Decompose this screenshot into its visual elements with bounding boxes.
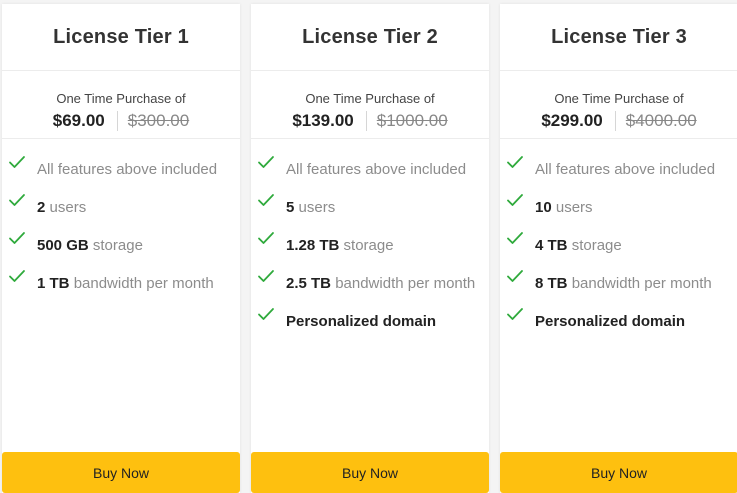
feature-item: All features above included [506, 156, 730, 181]
feature-item: 1 TB bandwidth per month [8, 270, 232, 295]
feature-item: Personalized domain [506, 308, 730, 333]
feature-list: All features above included 2 users 500 GB… [2, 139, 240, 295]
feature-label: All features above included [286, 161, 467, 178]
price-caption: One Time Purchase of [56, 91, 186, 106]
feature-text: 1.28 TB storage [281, 235, 481, 257]
current-price: $299.00 [541, 111, 603, 130]
check-icon [257, 269, 281, 289]
feature-value: 1.28 TB [286, 237, 340, 254]
check-icon [506, 231, 530, 251]
feature-text: All features above included [281, 159, 481, 181]
feature-value: 4 TB [535, 237, 568, 254]
feature-value: 5 [286, 199, 295, 216]
price-caption: One Time Purchase of [305, 91, 435, 106]
feature-text: 5 users [281, 197, 481, 219]
feature-label: storage [571, 237, 622, 254]
check-icon [506, 269, 530, 289]
feature-label: All features above included [37, 161, 218, 178]
feature-text: All features above included [32, 159, 232, 181]
feature-item: Personalized domain [257, 308, 481, 333]
price-separator [116, 111, 118, 131]
feature-text: 10 users [530, 197, 730, 219]
feature-item: 4 TB storage [506, 232, 730, 257]
check-icon [257, 193, 281, 213]
check-icon [8, 155, 32, 175]
feature-label: bandwidth per month [73, 275, 214, 292]
tier-title: License Tier 1 [53, 26, 189, 48]
feature-label: storage [92, 237, 143, 254]
price-block: One Time Purchase of $69.00 $300.00 [2, 71, 240, 138]
feature-label: users [49, 199, 87, 216]
price-separator [614, 111, 616, 131]
feature-text: 2.5 TB bandwidth per month [281, 273, 481, 295]
buy-now-button[interactable]: Buy Now [500, 452, 737, 493]
feature-item: 500 GB storage [8, 232, 232, 257]
price-block: One Time Purchase of $299.00 $4000.00 [500, 71, 737, 138]
price-row: $299.00 $4000.00 [500, 110, 737, 132]
feature-item: 1.28 TB storage [257, 232, 481, 257]
price-row: $139.00 $1000.00 [251, 110, 489, 132]
feature-list: All features above included 10 users 4 TB … [500, 139, 737, 333]
check-icon [257, 307, 281, 327]
feature-value: 500 GB [37, 237, 89, 254]
feature-item: 8 TB bandwidth per month [506, 270, 730, 295]
check-icon [8, 193, 32, 213]
feature-value: Personalized domain [535, 313, 686, 330]
feature-text: Personalized domain [281, 311, 481, 333]
tier-title: License Tier 2 [302, 26, 438, 48]
feature-value: 2 [37, 199, 46, 216]
pricing-tiers: License Tier 1 One Time Purchase of $69.00… [0, 0, 737, 493]
feature-text: 8 TB bandwidth per month [530, 273, 730, 295]
feature-item: All features above included [257, 156, 481, 181]
feature-value: Personalized domain [286, 313, 437, 330]
feature-label: users [555, 199, 593, 216]
feature-text: 4 TB storage [530, 235, 730, 257]
feature-label: All features above included [535, 161, 716, 178]
original-price: $300.00 [127, 111, 190, 130]
feature-list: All features above included 5 users 1.28 T… [251, 139, 489, 333]
price-separator [365, 111, 367, 131]
feature-label: bandwidth per month [571, 275, 712, 292]
feature-value: 8 TB [535, 275, 568, 292]
tier-card-1: License Tier 1 One Time Purchase of $69.00… [2, 4, 240, 493]
feature-item: 5 users [257, 194, 481, 219]
feature-label: storage [343, 237, 394, 254]
tier-title: License Tier 3 [551, 26, 687, 48]
check-icon [8, 231, 32, 251]
price-row: $69.00 $300.00 [2, 110, 240, 132]
check-icon [506, 155, 530, 175]
feature-item: 2 users [8, 194, 232, 219]
check-icon [506, 307, 530, 327]
buy-now-button[interactable]: Buy Now [2, 452, 240, 493]
feature-label: bandwidth per month [335, 275, 476, 292]
price-block: One Time Purchase of $139.00 $1000.00 [251, 71, 489, 138]
feature-text: Personalized domain [530, 311, 730, 333]
original-price: $4000.00 [625, 111, 697, 130]
feature-label: users [298, 199, 336, 216]
check-icon [8, 269, 32, 289]
tier-card-2: License Tier 2 One Time Purchase of $139.0… [251, 4, 489, 493]
feature-value: 1 TB [37, 275, 70, 292]
feature-text: All features above included [530, 159, 730, 181]
feature-value: 2.5 TB [286, 275, 332, 292]
feature-value: 10 [535, 199, 552, 216]
check-icon [506, 193, 530, 213]
original-price: $1000.00 [376, 111, 448, 130]
current-price: $69.00 [52, 111, 105, 130]
buy-now-button[interactable]: Buy Now [251, 452, 489, 493]
feature-text: 1 TB bandwidth per month [32, 273, 232, 295]
feature-text: 500 GB storage [32, 235, 232, 257]
tier-card-3: License Tier 3 One Time Purchase of $299.0… [500, 4, 737, 493]
check-icon [257, 155, 281, 175]
feature-item: 10 users [506, 194, 730, 219]
feature-text: 2 users [32, 197, 232, 219]
feature-item: 2.5 TB bandwidth per month [257, 270, 481, 295]
current-price: $139.00 [292, 111, 354, 130]
price-caption: One Time Purchase of [554, 91, 684, 106]
feature-item: All features above included [8, 156, 232, 181]
check-icon [257, 231, 281, 251]
